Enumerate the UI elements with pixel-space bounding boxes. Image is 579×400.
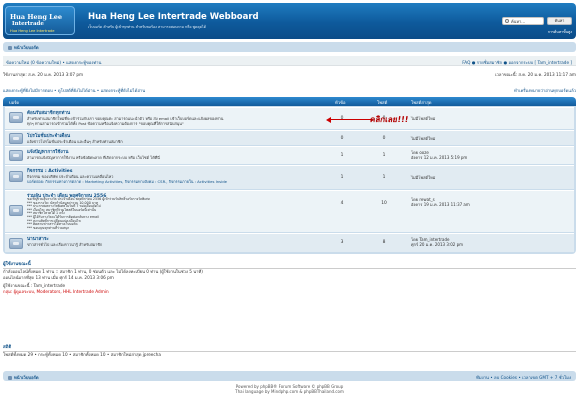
board-index-link[interactable]: หน้าเว็บบอร์ด — [8, 44, 39, 51]
search-button[interactable]: ค้นหา — [547, 17, 572, 25]
last-post-date: ศุกร์ 20 ม.ค. 2013 3:02 pm — [411, 242, 464, 247]
site-logo[interactable]: Hua Heng Lee Intertrade Hua Heng Lee Int… — [5, 6, 75, 35]
statistics-heading: สถิติ — [3, 345, 576, 352]
statistics: สถิติ โพสต์ทั้งหมด 29 • กระทู้ทั้งหมด 10… — [3, 345, 576, 358]
quick-links: แสดงกระทู้ที่ยังไม่มีการตอบ • ดูโปสต์ที่… — [3, 87, 576, 95]
posts-count: 0 — [382, 136, 386, 141]
col-posts: โพสต์ — [377, 100, 388, 105]
last-post-date: อังคาร 12 ม.ค. 2013 5:19 pm — [411, 155, 468, 160]
topics-count: 1 — [340, 153, 344, 158]
last-post-date: อังคาร 19 ม.ค. 2013 11:37 am — [411, 202, 470, 207]
who-is-online: ผู้ใช้งานขณะนี้ กำลังออนไลน์ทั้งหมด 1 ท่… — [3, 262, 576, 295]
subforum-links[interactable]: บอร์ดย่อย: กิจกรรมทางการตลาด : Marketing… — [27, 179, 327, 184]
search-placeholder: ค้นหา… — [511, 18, 526, 24]
online-legend: กลุ่ม: ผู้ดูแลระบบ, Moderators, HHL Inte… — [3, 289, 109, 294]
site-description: เว็บบอร์ด สำหรับ ผู้เข้าทุกท่าน สำหรับขอ… — [88, 25, 207, 29]
col-topics: หัวข้อ — [335, 100, 346, 105]
board-index-label: หน้าเว็บบอร์ด — [14, 45, 39, 50]
forum-row[interactable]: นานาสาระ ข่าวสารทั่วไป และเรื่องราวน่ารู… — [5, 233, 574, 252]
mark-read-link[interactable]: ทำเครื่องหมายว่าอ่านทุกบอร์ดแล้ว — [514, 87, 576, 94]
last-visit-text: ใช้งานล่าสุด: ส.ค. 20 ม.ค. 2013 3:07 pm — [3, 72, 84, 77]
forum-table-header: บอร์ด หัวข้อ โพสต์ โพสต์ล่าสุด — [3, 97, 576, 106]
last-post: ไม่มีโพสต์ใหม่ — [411, 116, 436, 121]
topics-count: 4 — [340, 201, 344, 206]
last-post: โดย ooze อังคาร 12 ม.ค. 2013 5:19 pm — [411, 150, 571, 160]
forum-read-icon — [9, 150, 23, 161]
forum-list: บอร์ด หัวข้อ โพสต์ โพสต์ล่าสุด ต้อนรับสม… — [3, 97, 576, 254]
statistics-line: โพสต์ทั้งหมด 29 • กระทู้ทั้งหมด 10 • สมา… — [3, 352, 161, 357]
visit-info: ใช้งานล่าสุด: ส.ค. 20 ม.ค. 2013 3:07 pm … — [3, 70, 576, 79]
user-menu-links[interactable]: FAQ ● รายชื่อสมาชิก ● ออกจากระบบ [ Tam_i… — [462, 59, 572, 66]
logo-line-1: Hua Heng Lee — [10, 13, 62, 21]
search-input[interactable]: ค้นหา… — [502, 17, 544, 25]
forum-description: ทุกๆ ท่านสามารถเข้าร่วมได้ทั้ง Post ข้อค… — [27, 121, 184, 126]
last-post: โดย Tam_intertrade ศุกร์ 20 ม.ค. 2013 3:… — [411, 237, 571, 247]
logo-line-2: Intertrade — [12, 21, 44, 27]
copyright-line-2[interactable]: Thai language by Mindphp.com & phpBBThai… — [0, 389, 579, 394]
home-icon — [8, 46, 12, 50]
unanswered-links[interactable]: แสดงกระทู้ที่ยังไม่มีการตอบ • ดูโปสต์ที่… — [3, 87, 145, 94]
search-icon — [505, 19, 509, 23]
online-record: ออนไลน์มากที่สุด 13 ท่าน เมื่อ ศุกร์ 14 … — [3, 275, 114, 280]
forum-unread-icon — [9, 205, 23, 216]
footer-navbar: หน้าเว็บบอร์ด ทีมงาน • ลบ Cookies • เวลา… — [3, 371, 576, 381]
col-forum: บอร์ด — [9, 100, 20, 105]
site-title: Hua Heng Lee Intertrade Webboard — [88, 12, 259, 22]
navbar: หน้าเว็บบอร์ด — [3, 42, 576, 52]
forum-read-icon — [9, 238, 23, 249]
topics-count: 0 — [340, 136, 344, 141]
last-post: โดย rewat_s อังคาร 19 ม.ค. 2013 11:37 am — [411, 197, 571, 207]
last-post: ไม่มีโพสต์ใหม่ — [411, 175, 436, 180]
forum-description: แจ้งข่าวโปรโมชั่นประจำเดือน และอื่นๆ สำห… — [27, 139, 123, 144]
footer-board-index-link[interactable]: หน้าเว็บบอร์ด — [8, 374, 39, 381]
footer-links[interactable]: ทีมงาน • ลบ Cookies • เวลาเขต GMT + 7 ชั… — [476, 374, 571, 381]
posts-count: 1 — [382, 175, 386, 180]
forum-description: ข่าวสารทั่วไป และเรื่องราวน่ารู้ สำหรับส… — [27, 242, 103, 247]
new-messages-link[interactable]: ข้อความใหม่ (0 ข้อความใหม่) • แสดงกระทู้… — [6, 59, 101, 66]
forum-read-icon — [9, 133, 23, 144]
posts-count: 10 — [381, 201, 387, 206]
forum-row[interactable]: โปรโมชั่นประจำเดือน แจ้งข่าวโปรโมชั่นประ… — [5, 130, 574, 145]
who-is-online-heading[interactable]: ผู้ใช้งานขณะนี้ — [3, 262, 576, 269]
logo-line-3: Hua Heng Lee Intertrade — [10, 29, 55, 33]
site-header: Hua Heng Lee Intertrade Hua Heng Lee Int… — [3, 3, 576, 39]
forum-description: สามารถแจ้งปัญหาการใช้งาน หรือข้อผิดพลาด … — [27, 155, 160, 160]
col-lastpost: โพสต์ล่าสุด — [411, 100, 432, 105]
forum-row[interactable]: กิจกรรม : Activities กิจกรรม ของบริษัท ป… — [5, 165, 574, 189]
last-post: ไม่มีโพสต์ใหม่ — [411, 136, 436, 141]
topics-count: 1 — [340, 175, 344, 180]
footer-board-index-label: หน้าเว็บบอร์ด — [14, 374, 39, 380]
advanced-search-link[interactable]: การค้นหาขั้นสูง — [548, 29, 572, 35]
forum-row[interactable]: แจ้งปัญหาการใช้งาน สามารถแจ้งปัญหาการใช้… — [5, 146, 574, 164]
posts-count: 1 — [382, 153, 386, 158]
forum-read-icon — [9, 171, 23, 182]
copyright: Powered by phpBB® Forum Software © phpBB… — [0, 384, 579, 394]
forum-row[interactable]: ร่วมลุ้น ประจำ เดือน พฤศจิกายน 2556 ขอเช… — [5, 190, 574, 232]
click-here-annotation: คลิกเลย!!! — [369, 115, 410, 124]
posts-count: 8 — [382, 240, 386, 245]
forum-row[interactable]: ต้อนรับสมาชิกทุกท่าน สำหรับท่านสมาชิกใหม… — [5, 107, 574, 129]
home-icon — [8, 375, 12, 380]
topics-count: 3 — [340, 240, 344, 245]
user-links-bar: ข้อความใหม่ (0 ข้อความใหม่) • แสดงกระทู้… — [3, 56, 576, 66]
annotation-arrow-icon — [326, 116, 372, 124]
forum-description: *** ขอบคุณทุกท่านที่ร่วมสนุก — [27, 225, 70, 230]
forum-read-icon — [9, 112, 23, 123]
current-time-text: เวลาขณะนี้: ส.ค. 20 ม.ค. 2013 11:17 am — [495, 72, 576, 77]
